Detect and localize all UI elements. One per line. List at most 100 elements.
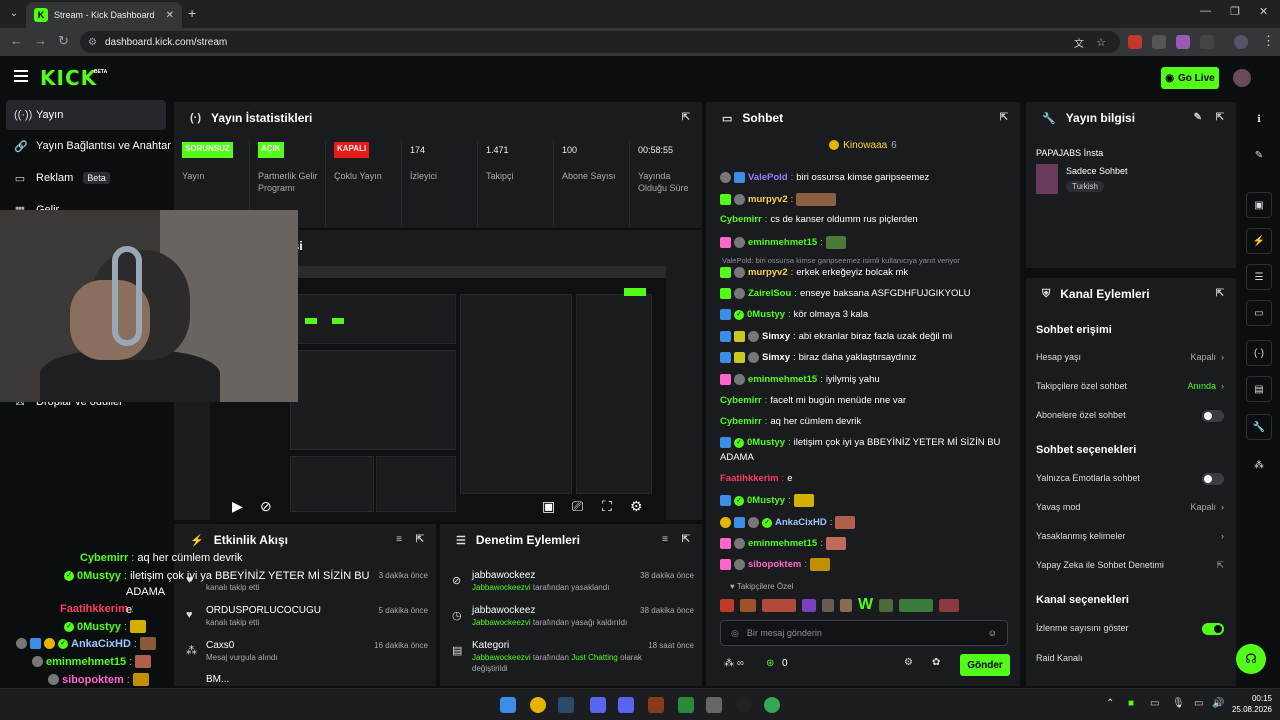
forward-icon[interactable]: → — [34, 34, 47, 48]
extension-icon[interactable] — [1128, 35, 1142, 49]
extensions-puzzle-icon[interactable] — [1200, 35, 1214, 49]
emote-icon[interactable] — [762, 598, 796, 612]
activity-user[interactable]: BM... — [206, 674, 229, 685]
emote-icon[interactable]: W — [858, 596, 873, 614]
tab-list-button[interactable]: ⌄ — [6, 6, 22, 22]
user-avatar[interactable] — [1233, 69, 1251, 87]
chat-username[interactable]: murpyv2 — [748, 194, 788, 205]
extension-icon[interactable] — [1176, 35, 1190, 49]
chat-input[interactable]: ◎ Bir mesaj gönderin ☺ — [720, 620, 1008, 646]
browser-menu-icon[interactable]: ⋮ — [1262, 34, 1275, 48]
chat-bubble-icon[interactable]: ▭ — [1246, 300, 1272, 326]
edit-pencil-icon[interactable]: ✎ — [1246, 142, 1272, 168]
chat-username[interactable]: ZairelSou — [748, 288, 791, 299]
moderator-name[interactable]: Jabbawockeezvi — [472, 618, 531, 627]
kicks-icon[interactable]: ⁂ — [1246, 452, 1272, 478]
followers-only-row[interactable]: Takipçilere özel sohbet Anında › — [1036, 381, 1224, 397]
edit-icon[interactable]: ✎ — [1194, 112, 1202, 123]
tray-app-icon[interactable]: ■ — [1128, 698, 1134, 709]
xbox-icon[interactable] — [678, 697, 694, 713]
popout-icon[interactable]: ⇱ — [1216, 112, 1224, 123]
activity-user[interactable]: ORDUSPORLUCOCUGU — [206, 605, 321, 616]
settings-icon[interactable] — [706, 697, 722, 713]
popout-icon[interactable]: ⇱ — [682, 112, 690, 123]
close-window-icon[interactable]: ✕ — [1259, 5, 1268, 18]
steam-icon[interactable] — [558, 697, 574, 713]
account-age-row[interactable]: Hesap yaşı Kapalı › — [1036, 352, 1224, 368]
stats-widget-icon[interactable]: ▣ — [1246, 192, 1272, 218]
volume-icon[interactable]: 🔊 — [1212, 698, 1224, 709]
clock[interactable]: 00:15 25.08.2026 — [1232, 693, 1272, 715]
popout-icon[interactable]: ⇱ — [1216, 288, 1224, 299]
play-icon[interactable]: ▶ — [232, 498, 243, 515]
chat-username[interactable]: murpyv2 — [748, 267, 788, 278]
pinned-gifter[interactable]: Kinowaaa 6 — [706, 136, 1020, 154]
moderator-name[interactable]: Jabbawockeezvi — [472, 653, 531, 662]
close-tab-icon[interactable]: ✕ — [166, 10, 174, 21]
chat-username[interactable]: Cybemirr — [720, 395, 762, 406]
emote-icon[interactable] — [822, 598, 834, 612]
chat-settings-icon[interactable]: ⚙ — [904, 657, 913, 668]
chat-username[interactable]: Cybemirr — [720, 416, 762, 427]
address-bar[interactable]: ⚙ dashboard.kick.com/stream 文 ☆ — [80, 31, 1120, 53]
reload-icon[interactable]: ↻ — [58, 34, 69, 48]
chat-username[interactable]: eminmehmet15 — [748, 374, 817, 385]
info-icon[interactable]: ℹ — [1246, 106, 1272, 132]
chat-username[interactable]: 0Mustyy — [747, 495, 785, 506]
clip-icon[interactable]: ⎚ — [572, 498, 583, 515]
bookmark-star-icon[interactable]: ☆ — [1096, 36, 1106, 49]
new-tab-button[interactable]: + — [188, 6, 196, 20]
moderation-target[interactable]: jabbawockeez — [472, 570, 535, 581]
emoji-icon[interactable]: ☺ — [988, 628, 997, 638]
network-icon[interactable]: ▭ — [1194, 698, 1203, 709]
broadcast-icon[interactable]: (·) — [1246, 340, 1272, 366]
ai-moderation-row[interactable]: Yapay Zeka ile Sohbet Denetimi ⇱ — [1036, 560, 1224, 576]
moderator-name[interactable]: Jabbawockeezvi — [472, 583, 531, 592]
raid-row[interactable]: Raid Kanalı — [1036, 653, 1224, 669]
moderation-icon[interactable]: ✿ — [932, 657, 940, 668]
emotes-only-toggle[interactable] — [1202, 473, 1224, 485]
chat-username[interactable]: 0Mustyy — [747, 437, 785, 448]
subs-only-toggle[interactable] — [1202, 410, 1224, 422]
filter-icon[interactable]: ≡ — [396, 534, 402, 545]
chat-username[interactable]: 0Mustyy — [747, 309, 785, 320]
filter-icon[interactable]: ≡ — [662, 534, 668, 545]
send-button[interactable]: Gönder — [960, 654, 1010, 676]
discord-icon[interactable] — [590, 697, 606, 713]
support-headset-button[interactable]: ☊ — [1236, 644, 1266, 674]
chat-username[interactable]: Cybemirr — [720, 214, 762, 225]
tray-chevron-icon[interactable]: ⌃ — [1106, 698, 1114, 709]
wrench-icon[interactable]: 🔧 — [1246, 414, 1272, 440]
microphone-icon[interactable]: 🎙 — [1172, 698, 1185, 709]
popout-icon[interactable]: ⇱ — [416, 534, 424, 545]
emote-icon[interactable] — [802, 598, 816, 612]
chrome-icon[interactable] — [764, 697, 780, 713]
obs-icon[interactable] — [736, 697, 752, 713]
activity-user[interactable]: Caxs0 — [206, 640, 234, 651]
chat-username[interactable]: eminmehmet15 — [748, 538, 817, 549]
hamburger-menu-icon[interactable] — [14, 70, 28, 82]
settings-gear-icon[interactable]: ⚙ — [630, 498, 643, 515]
app-icon[interactable] — [648, 697, 664, 713]
extension-icon[interactable] — [1152, 35, 1166, 49]
slow-mode-row[interactable]: Yavaş mod Kapalı › — [1036, 502, 1224, 518]
kicks-infinity-icon[interactable]: ⁂ ∞ — [724, 658, 744, 669]
browser-tab[interactable]: K Stream - Kick Dashboard ✕ — [26, 2, 182, 28]
chat-username[interactable]: sibopoktem — [748, 559, 801, 570]
back-icon[interactable]: ← — [10, 34, 23, 48]
moderation-target[interactable]: jabbawockeez — [472, 605, 535, 616]
sidebar-item-yayin[interactable]: ((·)) Yayın — [6, 100, 166, 130]
chat-username[interactable]: ValePold — [748, 172, 788, 183]
emote-icon[interactable] — [840, 598, 852, 612]
site-info-icon[interactable]: ⚙ — [88, 37, 97, 48]
emote-icon[interactable] — [899, 598, 934, 612]
emote-icon[interactable] — [879, 598, 894, 612]
discord-icon[interactable] — [618, 697, 634, 713]
kick-logo[interactable]: KICK — [40, 66, 97, 90]
chrome-icon[interactable] — [530, 697, 546, 713]
sidebar-item-ads[interactable]: ▭ Reklam Beta — [6, 163, 166, 193]
emote-icon[interactable] — [740, 598, 756, 612]
popout-icon[interactable]: ⇱ — [682, 534, 690, 545]
popout-icon[interactable]: ⇱ — [1000, 112, 1008, 123]
start-icon[interactable] — [500, 697, 516, 713]
